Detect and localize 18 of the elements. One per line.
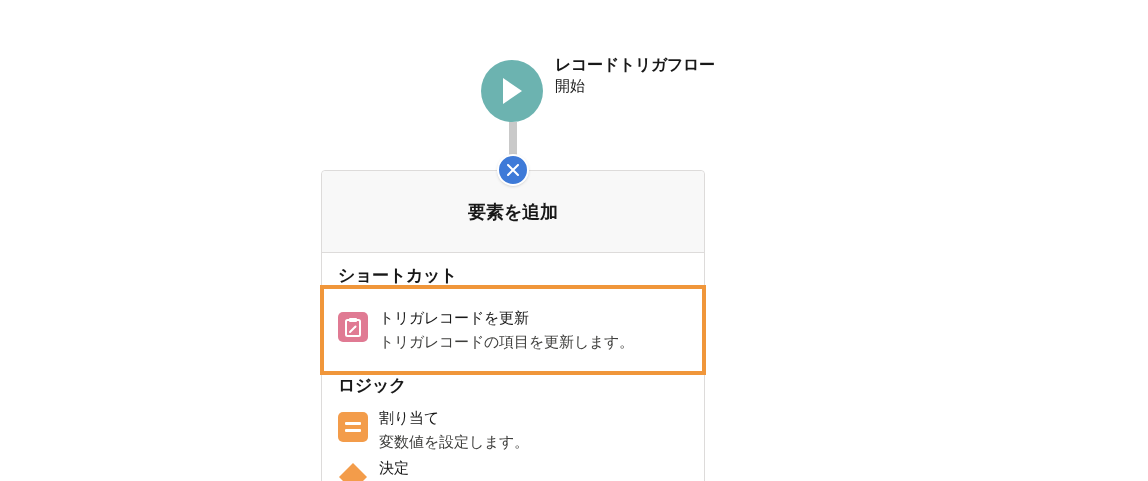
option-title: トリガレコードを更新 xyxy=(379,308,530,329)
section-heading: ロジック xyxy=(337,375,407,395)
close-icon xyxy=(507,164,519,176)
element-option[interactable]: 決定 xyxy=(322,455,704,481)
play-icon xyxy=(501,77,523,105)
flow-type-label: レコードトリガフロー xyxy=(555,54,715,76)
option-title: 決定 xyxy=(379,458,409,479)
element-option[interactable]: 割り当て 変数値を設定します。 xyxy=(322,405,704,455)
element-option[interactable]: トリガレコードを更新 トリガレコードの項目を更新します。 xyxy=(320,285,706,375)
clipboard-pencil-icon xyxy=(338,312,368,342)
section-heading: ショートカット xyxy=(337,265,458,285)
option-title: 割り当て xyxy=(379,408,440,429)
option-description: トリガレコードの項目を更新します。 xyxy=(379,332,634,353)
panel-title: 要素を追加 xyxy=(468,200,558,224)
equals-icon xyxy=(338,412,368,442)
start-label: 開始 xyxy=(555,76,586,96)
close-button[interactable] xyxy=(497,154,529,186)
option-description: 変数値を設定します。 xyxy=(379,432,529,453)
